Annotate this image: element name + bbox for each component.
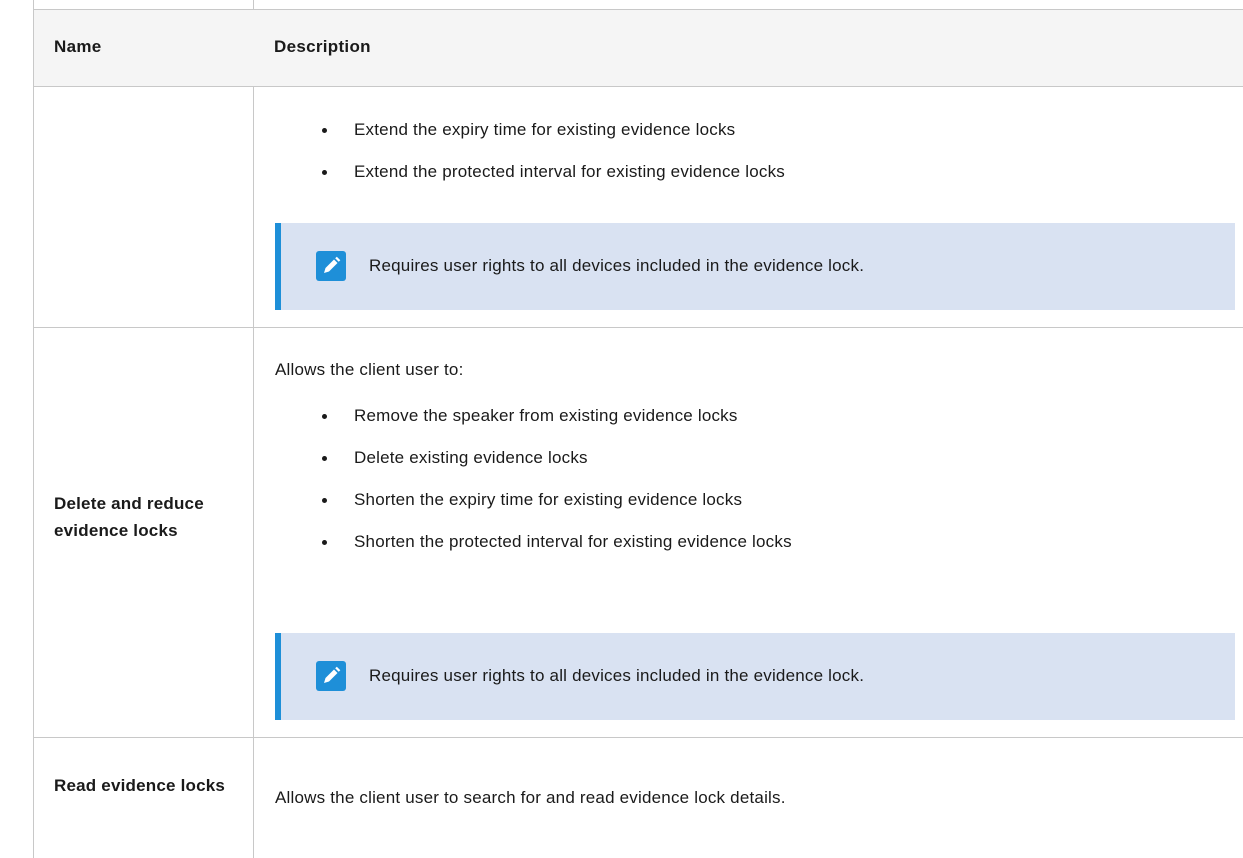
list-item: Extend the protected interval for existi… bbox=[310, 162, 785, 204]
row-name: Delete and reduce evidence locks bbox=[54, 494, 204, 540]
pencil-icon bbox=[316, 661, 346, 691]
column-divider bbox=[253, 0, 254, 858]
list-item: Remove the speaker from existing evidenc… bbox=[310, 406, 792, 448]
list-item-text: Extend the expiry time for existing evid… bbox=[354, 120, 736, 139]
note-callout: Requires user rights to all devices incl… bbox=[275, 633, 1235, 720]
bullet-dot-icon bbox=[322, 170, 327, 175]
list-item: Extend the expiry time for existing evid… bbox=[310, 120, 785, 162]
list-item: Delete existing evidence locks bbox=[310, 448, 792, 490]
bullet-list: Extend the expiry time for existing evid… bbox=[310, 120, 785, 204]
row-intro: Allows the client user to: bbox=[275, 360, 464, 379]
note-accent-bar bbox=[275, 223, 281, 310]
note-text: Requires user rights to all devices incl… bbox=[369, 666, 865, 685]
row-divider bbox=[34, 327, 1243, 328]
note-text: Requires user rights to all devices incl… bbox=[369, 256, 865, 275]
header-description: Description bbox=[274, 37, 371, 56]
bullet-dot-icon bbox=[322, 540, 327, 545]
bullet-dot-icon bbox=[322, 414, 327, 419]
row-description: Allows the client user to search for and… bbox=[275, 788, 786, 807]
list-item-text: Delete existing evidence locks bbox=[354, 448, 588, 467]
header-name: Name bbox=[54, 37, 102, 56]
list-item-text: Shorten the protected interval for exist… bbox=[354, 532, 792, 551]
list-item-text: Remove the speaker from existing evidenc… bbox=[354, 406, 738, 425]
list-item-text: Shorten the expiry time for existing evi… bbox=[354, 490, 743, 509]
bullet-list: Remove the speaker from existing evidenc… bbox=[310, 406, 792, 574]
bullet-dot-icon bbox=[322, 498, 327, 503]
note-callout: Requires user rights to all devices incl… bbox=[275, 223, 1235, 310]
bullet-dot-icon bbox=[322, 456, 327, 461]
table-header: Name Description bbox=[34, 9, 1243, 87]
list-item: Shorten the expiry time for existing evi… bbox=[310, 490, 792, 532]
list-item-text: Extend the protected interval for existi… bbox=[354, 162, 785, 181]
note-accent-bar bbox=[275, 633, 281, 720]
row-name: Read evidence locks bbox=[54, 776, 226, 795]
table-border-left bbox=[33, 0, 34, 858]
pencil-icon bbox=[316, 251, 346, 281]
bullet-dot-icon bbox=[322, 128, 327, 133]
row-divider bbox=[34, 737, 1243, 738]
permissions-table: Name Description Extend the expiry time … bbox=[0, 0, 1243, 858]
list-item: Shorten the protected interval for exist… bbox=[310, 532, 792, 574]
